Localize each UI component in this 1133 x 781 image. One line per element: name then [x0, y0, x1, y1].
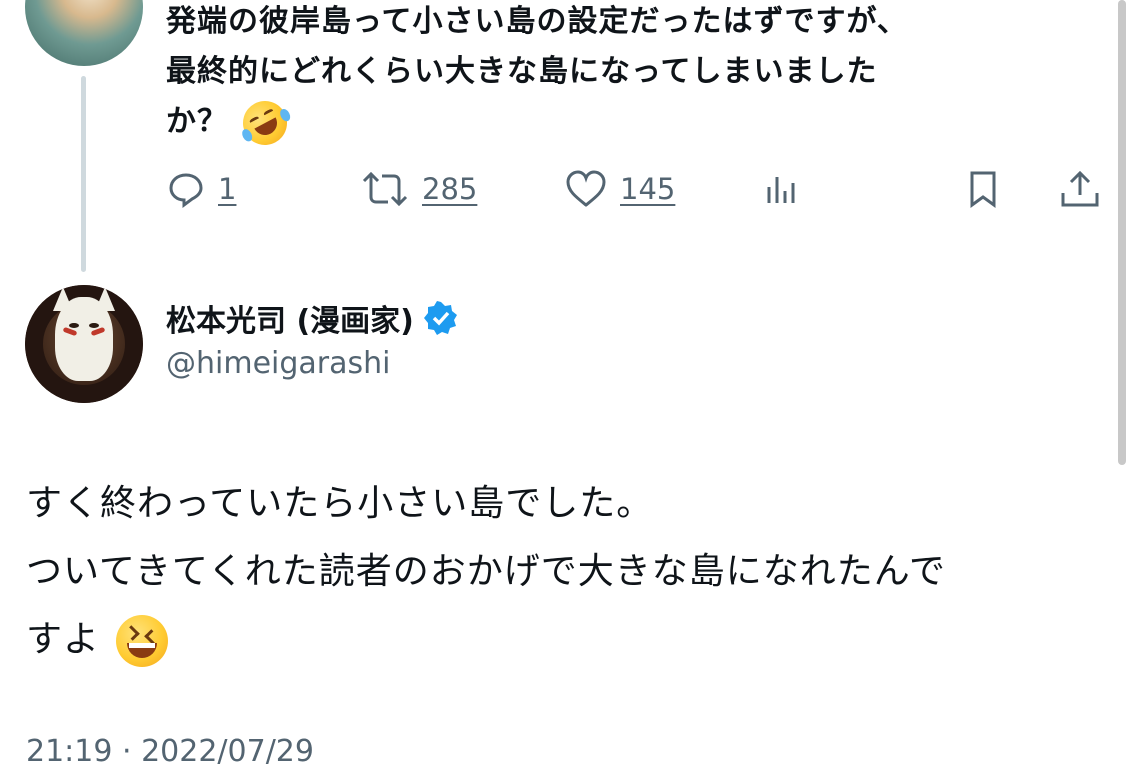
like-button[interactable]: 145 — [564, 165, 675, 213]
retweet-count[interactable]: 285 — [422, 172, 477, 206]
share-button[interactable] — [1058, 165, 1102, 213]
analytics-icon — [767, 177, 795, 203]
tweet-body: すく終わっていたら小さい島でした。 ついてきてくれた読者のおかげで大きな島になれ… — [26, 470, 1106, 674]
verified-badge-icon — [423, 301, 457, 335]
parent-text-line-3: か？ — [166, 92, 296, 153]
tweet-text-line-2: ついてきてくれた読者のおかげで大きな島になれたんで — [26, 551, 946, 592]
parent-avatar[interactable] — [25, 0, 143, 66]
heart-icon — [566, 170, 606, 207]
retweet-button[interactable]: 285 — [360, 165, 477, 213]
tweet-timestamp[interactable]: 21:19 · 2022/07/29 — [26, 734, 314, 769]
author-name-text[interactable]: 松本光司 (漫画家) — [166, 296, 414, 340]
parent-text-line-1: 発端の彼岸島って小さい島の設定だったはずですが、 — [166, 4, 908, 39]
parent-action-bar: 1 285 145 — [166, 165, 1106, 213]
like-count[interactable]: 145 — [620, 172, 675, 206]
retweet-icon — [362, 171, 408, 207]
tweet-thread: 発端の彼岸島って小さい島の設定だったはずですが、 最終的にどれくらい大きな島にな… — [0, 0, 1133, 781]
author-avatar[interactable] — [25, 285, 143, 403]
reply-count[interactable]: 1 — [218, 172, 236, 206]
reply-button[interactable]: 1 — [166, 165, 236, 213]
parent-text-line-2: 最終的にどれくらい大きな島になってしまいました — [166, 54, 878, 89]
author-display-name[interactable]: 松本光司 (漫画家) — [166, 296, 458, 340]
parent-text-line-3-text: か？ — [166, 104, 228, 139]
reply-icon — [169, 173, 203, 208]
tweet-text-line-1: すく終わっていたら小さい島でした。 — [26, 483, 654, 524]
tweet-text-line-3-text: すよ — [26, 619, 101, 660]
share-icon — [1061, 170, 1099, 207]
author-handle[interactable]: @himeigarashi — [166, 346, 391, 381]
bookmark-button[interactable] — [963, 165, 1003, 213]
grinning-squinting-emoji-icon — [116, 615, 169, 667]
tweet-text-line-3: すよ — [26, 606, 1106, 674]
scrollbar[interactable] — [1118, 0, 1126, 465]
rolling-laughing-emoji-icon — [235, 92, 296, 153]
thread-connector-line — [81, 76, 86, 272]
views-button[interactable] — [762, 165, 802, 213]
bookmark-icon — [970, 171, 996, 208]
fox-mask — [55, 297, 113, 381]
